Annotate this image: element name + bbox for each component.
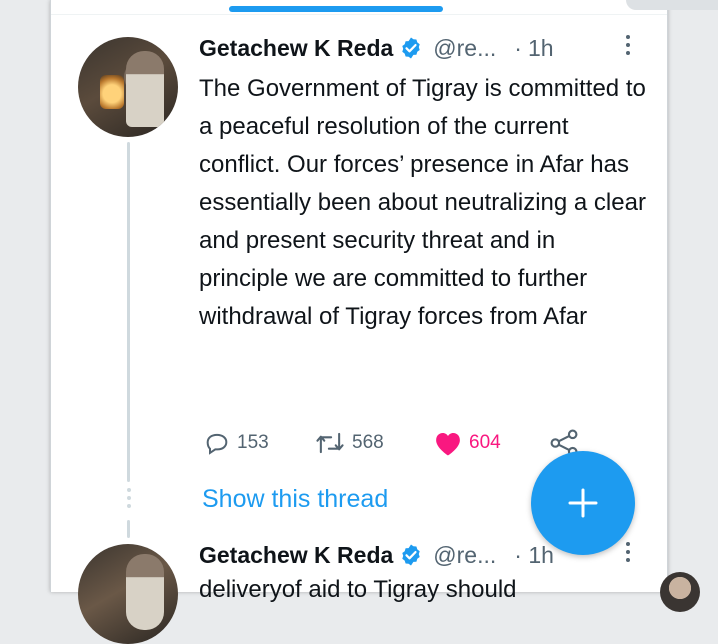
avatar-figure [126, 554, 164, 630]
like-button[interactable]: 604 [433, 426, 501, 460]
reply-icon [206, 433, 228, 455]
author-handle[interactable]: @re... [433, 35, 496, 62]
timestamp[interactable]: · 1h [514, 542, 554, 569]
verified-badge-icon [402, 37, 420, 59]
thread-line-lower [127, 520, 130, 538]
verified-badge-icon [402, 544, 420, 566]
reply-button[interactable]: 153 [203, 426, 269, 460]
separator-dot: · [514, 34, 522, 61]
retweet-icon [316, 432, 344, 454]
reply-count: 153 [237, 432, 269, 453]
tab-indicator [229, 6, 443, 12]
author-name[interactable]: Getachew K Reda [199, 35, 393, 62]
divider [51, 14, 667, 15]
retweet-count: 568 [352, 432, 384, 453]
author-handle[interactable]: @re... [433, 542, 496, 569]
tweet-text: The Government of Tigray is committed to… [199, 75, 646, 330]
plus-icon [568, 488, 598, 518]
more-vertical-icon[interactable] [623, 35, 633, 59]
tweet-header: Getachew K Reda @re... · 1h [199, 540, 554, 570]
avatar-figure [126, 51, 164, 127]
tweet-header: Getachew K Reda @re... · 1h [199, 33, 554, 63]
overlay-chip [626, 0, 718, 10]
show-thread-link[interactable]: Show this thread [202, 485, 388, 514]
avatar[interactable] [660, 572, 700, 612]
avatar-lantern [100, 75, 124, 109]
compose-button[interactable] [531, 451, 635, 555]
retweet-button[interactable]: 568 [314, 426, 384, 460]
timeline-card: Getachew K Reda @re... · 1h The Governme… [50, 0, 668, 644]
more-vertical-icon[interactable] [623, 542, 633, 566]
heart-icon [436, 433, 460, 456]
timestamp[interactable]: 1h [528, 35, 554, 62]
avatar[interactable] [78, 37, 178, 137]
avatar[interactable] [78, 544, 178, 644]
like-count: 604 [469, 432, 501, 453]
author-name[interactable]: Getachew K Reda [199, 542, 393, 569]
thread-connector-dots [124, 488, 134, 512]
tweet-text: deliveryof aid to Tigray should [199, 576, 517, 603]
thread-line [127, 142, 130, 482]
